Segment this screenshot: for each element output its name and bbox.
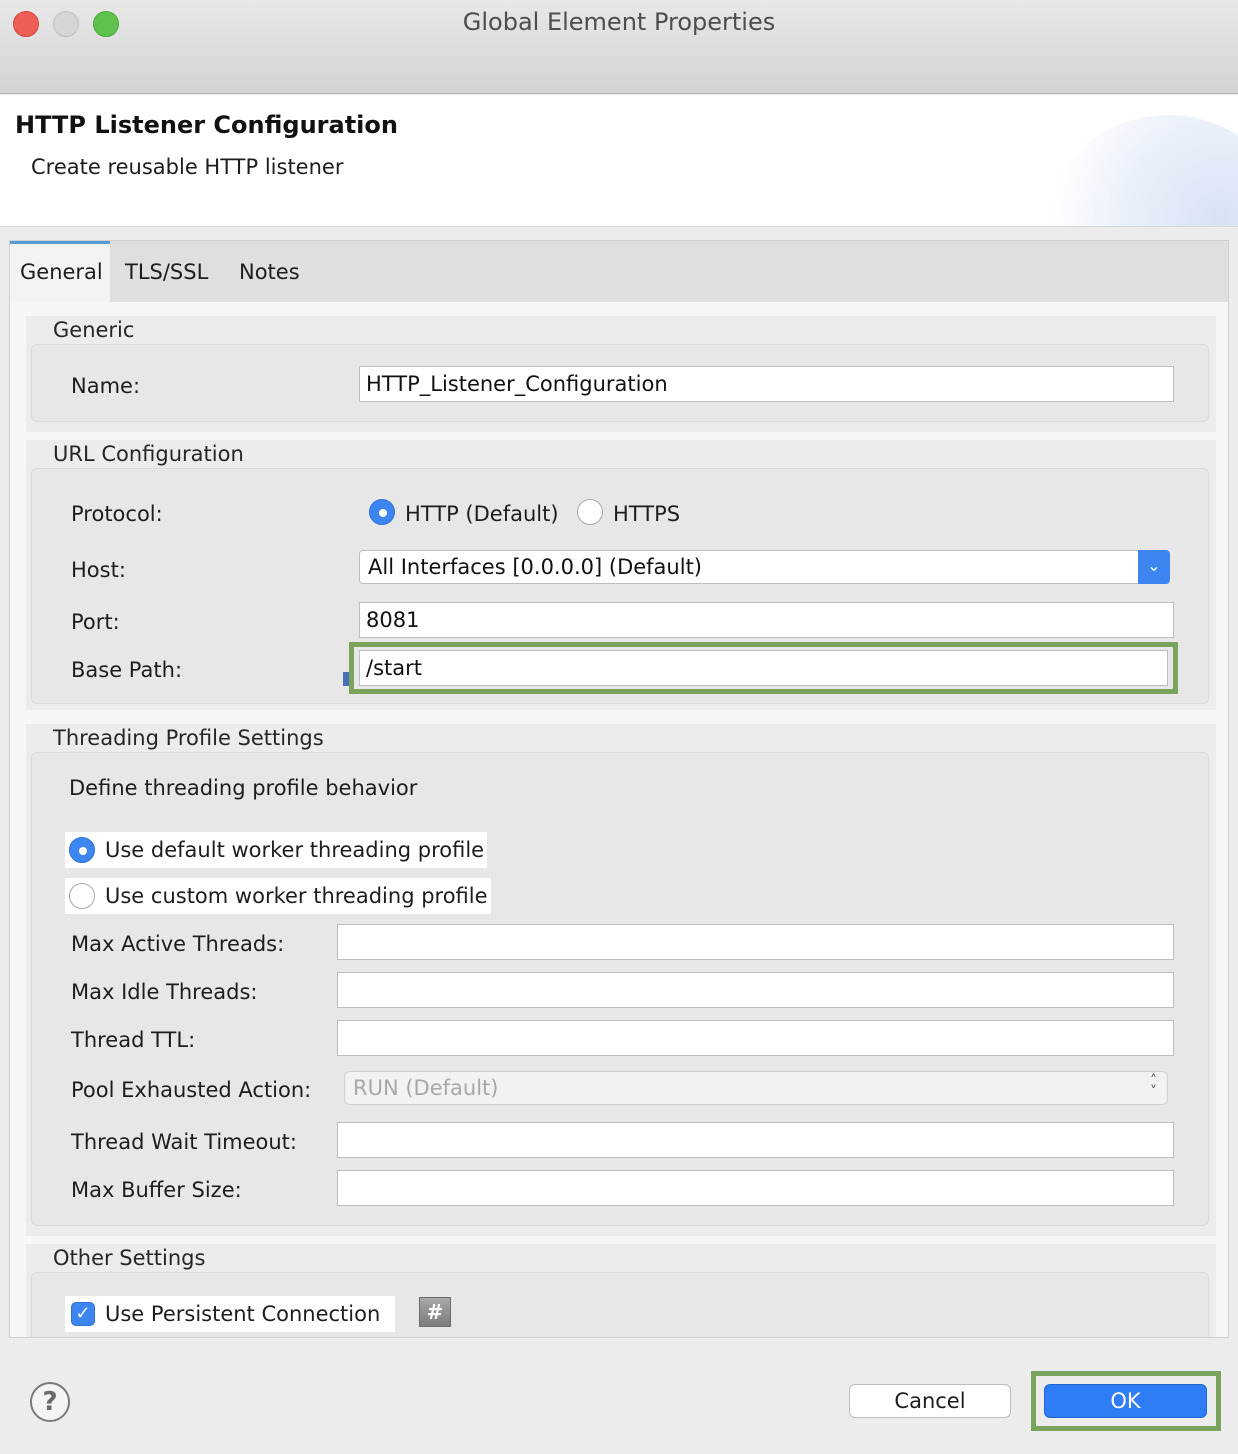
persistent-connection-label[interactable]: Use Persistent Connection — [105, 1302, 380, 1326]
thread-wait-timeout-label: Thread Wait Timeout: — [71, 1130, 297, 1154]
pool-exhausted-action-select[interactable]: RUN (Default) ˄ ˅ — [344, 1071, 1168, 1105]
generic-section-title: Generic — [53, 318, 135, 342]
tab-general[interactable]: General — [10, 241, 110, 303]
tab-strip: General TLS/SSL Notes — [9, 240, 1229, 303]
thread-ttl-label: Thread TTL: — [71, 1028, 196, 1052]
max-active-threads-input[interactable] — [337, 924, 1174, 960]
pool-exhausted-action-value: RUN (Default) — [353, 1076, 499, 1100]
persistent-connection-checkbox[interactable]: ✓ — [71, 1302, 95, 1326]
general-tab-content: Generic Name: URL Configuration Protocol… — [9, 302, 1229, 1338]
protocol-label: Protocol: — [71, 502, 163, 526]
hash-icon[interactable]: # — [419, 1297, 451, 1327]
help-icon[interactable]: ? — [30, 1382, 70, 1422]
ok-button[interactable]: OK — [1044, 1384, 1207, 1418]
host-value: All Interfaces [0.0.0.0] (Default) — [368, 555, 702, 579]
protocol-https-radio[interactable] — [577, 499, 603, 525]
window-title: Global Element Properties — [462, 8, 776, 36]
checkmark-icon: ✓ — [75, 1303, 91, 1324]
header-decoration — [1038, 115, 1238, 226]
dialog-title: HTTP Listener Configuration — [15, 111, 398, 139]
threading-section-title: Threading Profile Settings — [53, 726, 324, 750]
max-buffer-size-input[interactable] — [337, 1170, 1174, 1206]
port-label: Port: — [71, 610, 120, 634]
thread-ttl-input[interactable] — [337, 1020, 1174, 1056]
custom-threading-label[interactable]: Use custom worker threading profile — [105, 884, 488, 908]
port-input[interactable] — [359, 602, 1174, 638]
default-threading-radio[interactable] — [69, 837, 95, 863]
tab-tls-ssl[interactable]: TLS/SSL — [115, 241, 218, 303]
default-threading-label[interactable]: Use default worker threading profile — [105, 838, 484, 862]
dialog-header: HTTP Listener Configuration Create reusa… — [0, 95, 1238, 227]
custom-threading-radio[interactable] — [69, 883, 95, 909]
host-combo[interactable]: All Interfaces [0.0.0.0] (Default) ⌄ — [359, 550, 1170, 584]
protocol-http-radio[interactable] — [369, 499, 395, 525]
cancel-button[interactable]: Cancel — [849, 1384, 1011, 1418]
max-active-threads-label: Max Active Threads: — [71, 932, 285, 956]
protocol-https-label[interactable]: HTTPS — [613, 502, 680, 526]
max-buffer-size-label: Max Buffer Size: — [71, 1178, 242, 1202]
base-path-input[interactable] — [359, 650, 1168, 686]
window-titlebar: Global Element Properties — [0, 0, 1238, 94]
host-label: Host: — [71, 558, 126, 582]
protocol-http-label[interactable]: HTTP (Default) — [405, 502, 559, 526]
pool-exhausted-action-label: Pool Exhausted Action: — [71, 1078, 312, 1102]
thread-wait-timeout-input[interactable] — [337, 1122, 1174, 1158]
max-idle-threads-input[interactable] — [337, 972, 1174, 1008]
chevron-down-icon[interactable]: ⌄ — [1138, 550, 1170, 584]
other-settings-title: Other Settings — [53, 1246, 206, 1270]
url-configuration-title: URL Configuration — [53, 442, 244, 466]
tab-notes[interactable]: Notes — [229, 241, 310, 303]
name-input[interactable] — [359, 366, 1174, 402]
base-path-label: Base Path: — [71, 658, 183, 682]
max-idle-threads-label: Max Idle Threads: — [71, 980, 258, 1004]
updown-arrows-icon: ˄ ˅ — [1150, 1073, 1157, 1100]
dialog-subtitle: Create reusable HTTP listener — [31, 155, 344, 179]
name-label: Name: — [71, 374, 141, 398]
threading-description: Define threading profile behavior — [69, 776, 418, 800]
